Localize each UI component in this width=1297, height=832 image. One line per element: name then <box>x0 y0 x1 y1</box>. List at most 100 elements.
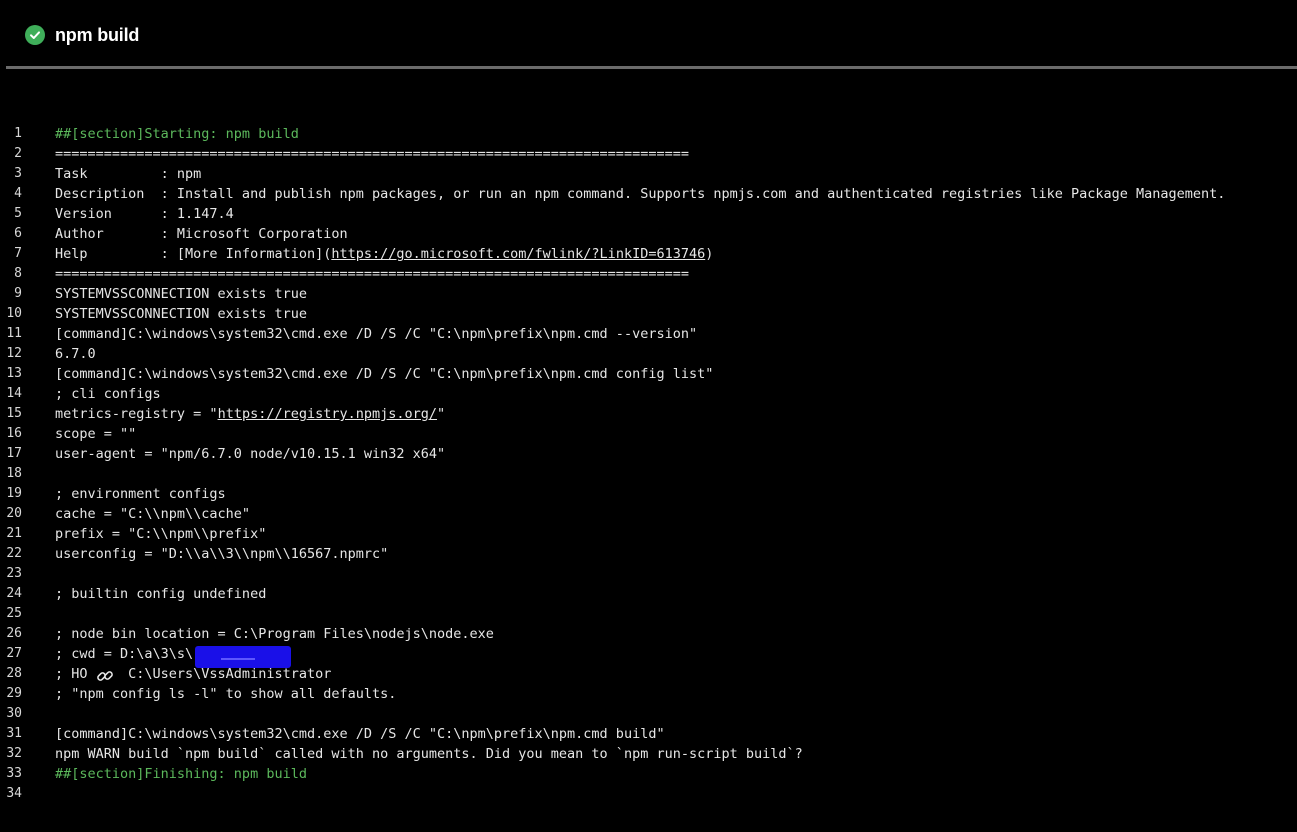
line-text: ; cli configs <box>55 386 161 402</box>
log-link[interactable]: https://registry.npmjs.org/ <box>218 406 437 422</box>
line-number: 23 <box>6 566 22 581</box>
line-text: ##[section]Starting: npm build <box>55 126 299 142</box>
log-line: 25 <box>0 604 1297 624</box>
line-text: cache = "C:\\npm\\cache" <box>55 506 251 522</box>
line-text: [command]C:\windows\system32\cmd.exe /D … <box>55 326 698 342</box>
line-number: 6 <box>14 226 22 241</box>
line-text-prefix: metrics-registry = " <box>55 406 218 422</box>
log-line: 9 SYSTEMVSSCONNECTION exists true <box>0 284 1297 304</box>
log-line: 5 Version : 1.147.4 <box>0 204 1297 224</box>
log-line: 26 ; node bin location = C:\Program Files… <box>0 624 1297 644</box>
line-text: SYSTEMVSSCONNECTION exists true <box>55 286 307 302</box>
line-number: 31 <box>6 726 22 741</box>
log-line: 21 prefix = "C:\\npm\\prefix" <box>0 524 1297 544</box>
line-text: ##[section]Finishing: npm build <box>55 766 307 782</box>
log-line: 18 <box>0 464 1297 484</box>
line-text: ========================================… <box>55 146 689 162</box>
line-text: metrics-registry = "https://registry.npm… <box>55 404 445 424</box>
line-number: 9 <box>14 286 22 301</box>
line-text: Author : Microsoft Corporation <box>55 226 348 242</box>
line-number: 3 <box>14 166 22 181</box>
log-line: 33 ##[section]Finishing: npm build <box>0 764 1297 784</box>
line-number: 5 <box>14 206 22 221</box>
line-number: 33 <box>6 766 22 781</box>
line-text-suffix: ) <box>705 246 714 262</box>
line-number: 2 <box>14 146 22 161</box>
line-number: 24 <box>6 586 22 601</box>
line-number: 21 <box>6 526 22 541</box>
log-link[interactable]: https://go.microsoft.com/fwlink/?LinkID=… <box>331 246 705 262</box>
line-text: Description : Install and publish npm pa… <box>55 186 1226 202</box>
line-number: 17 <box>6 446 22 461</box>
line-number: 34 <box>6 786 22 801</box>
line-number: 25 <box>6 606 22 621</box>
line-text: ; node bin location = C:\Program Files\n… <box>55 626 494 642</box>
log-line: 10 SYSTEMVSSCONNECTION exists true <box>0 304 1297 324</box>
line-text: [command]C:\windows\system32\cmd.exe /D … <box>55 726 665 742</box>
line-number: 4 <box>14 186 22 201</box>
header-divider <box>6 66 1297 69</box>
line-text: ; environment configs <box>55 486 226 502</box>
log-line: 24 ; builtin config undefined <box>0 584 1297 604</box>
line-text: Help : [More Information](https://go.mic… <box>55 244 713 264</box>
line-text: ; "npm config ls -l" to show all default… <box>55 686 397 702</box>
line-number: 11 <box>6 326 22 341</box>
page-title: npm build <box>55 25 140 45</box>
line-text: scope = "" <box>55 426 137 442</box>
log-line: 20 cache = "C:\\npm\\cache" <box>0 504 1297 524</box>
log-line: 17 user-agent = "npm/6.7.0 node/v10.15.1 … <box>0 444 1297 464</box>
log-line: 31 [command]C:\windows\system32\cmd.exe /… <box>0 724 1297 744</box>
line-text: Task : npm <box>55 166 202 182</box>
line-number: 20 <box>6 506 22 521</box>
log-line: 28; HO C:\Users\VssAdministrator <box>0 664 1297 684</box>
log-line: 15 metrics-registry = "https://registry.n… <box>0 404 1297 424</box>
line-text: userconfig = "D:\\a\\3\\npm\\16567.npmrc… <box>55 546 389 562</box>
line-number: 1 <box>14 126 22 141</box>
line-number: 16 <box>6 426 22 441</box>
log-line: 6 Author : Microsoft Corporation <box>0 224 1297 244</box>
log-line: 13 [command]C:\windows\system32\cmd.exe /… <box>0 364 1297 384</box>
log-output[interactable]: 1 ##[section]Starting: npm build 2 ========… <box>0 124 1297 824</box>
log-line: 11 [command]C:\windows\system32\cmd.exe /… <box>0 324 1297 344</box>
line-text: ========================================… <box>55 266 689 282</box>
line-text: [command]C:\windows\system32\cmd.exe /D … <box>55 366 714 382</box>
job-header: npm build <box>0 0 1297 66</box>
line-number: 13 <box>6 366 22 381</box>
redaction-mark <box>195 646 291 668</box>
line-number: 18 <box>6 466 22 481</box>
line-number: 8 <box>14 266 22 281</box>
line-text: ; cwd = D:\a\3\s\ <box>55 646 194 662</box>
line-number: 19 <box>6 486 22 501</box>
line-text-prefix: Help : [More Information]( <box>55 246 332 262</box>
line-text-suffix: " <box>437 406 446 422</box>
line-number: 28 <box>6 666 22 681</box>
link-icon[interactable] <box>94 665 116 687</box>
log-line: 7 Help : [More Information](https://go.mi… <box>0 244 1297 264</box>
line-number: 27 <box>6 646 22 661</box>
success-check-icon <box>25 25 45 45</box>
log-line: 30 <box>0 704 1297 724</box>
log-line: 14 ; cli configs <box>0 384 1297 404</box>
line-number: 30 <box>6 706 22 721</box>
log-line: 2 =======================================… <box>0 144 1297 164</box>
line-text: 6.7.0 <box>55 346 96 362</box>
line-number: 22 <box>6 546 22 561</box>
line-number: 15 <box>6 406 22 421</box>
line-text: ; builtin config undefined <box>55 586 267 602</box>
log-line: 16 scope = "" <box>0 424 1297 444</box>
log-line: 23 <box>0 564 1297 584</box>
log-line: 12 6.7.0 <box>0 344 1297 364</box>
line-number: 32 <box>6 746 22 761</box>
log-line: 32 npm WARN build `npm build` called with… <box>0 744 1297 764</box>
line-number: 12 <box>6 346 22 361</box>
line-text: SYSTEMVSSCONNECTION exists true <box>55 306 307 322</box>
line-number: 29 <box>6 686 22 701</box>
line-text: prefix = "C:\\npm\\prefix" <box>55 526 267 542</box>
line-number: 10 <box>6 306 22 321</box>
log-line: 8 =======================================… <box>0 264 1297 284</box>
log-line: 34 <box>0 784 1297 804</box>
log-line: 3 Task : npm <box>0 164 1297 184</box>
line-text: Version : 1.147.4 <box>55 206 234 222</box>
line-text: user-agent = "npm/6.7.0 node/v10.15.1 wi… <box>55 446 446 462</box>
log-line: 19 ; environment configs <box>0 484 1297 504</box>
